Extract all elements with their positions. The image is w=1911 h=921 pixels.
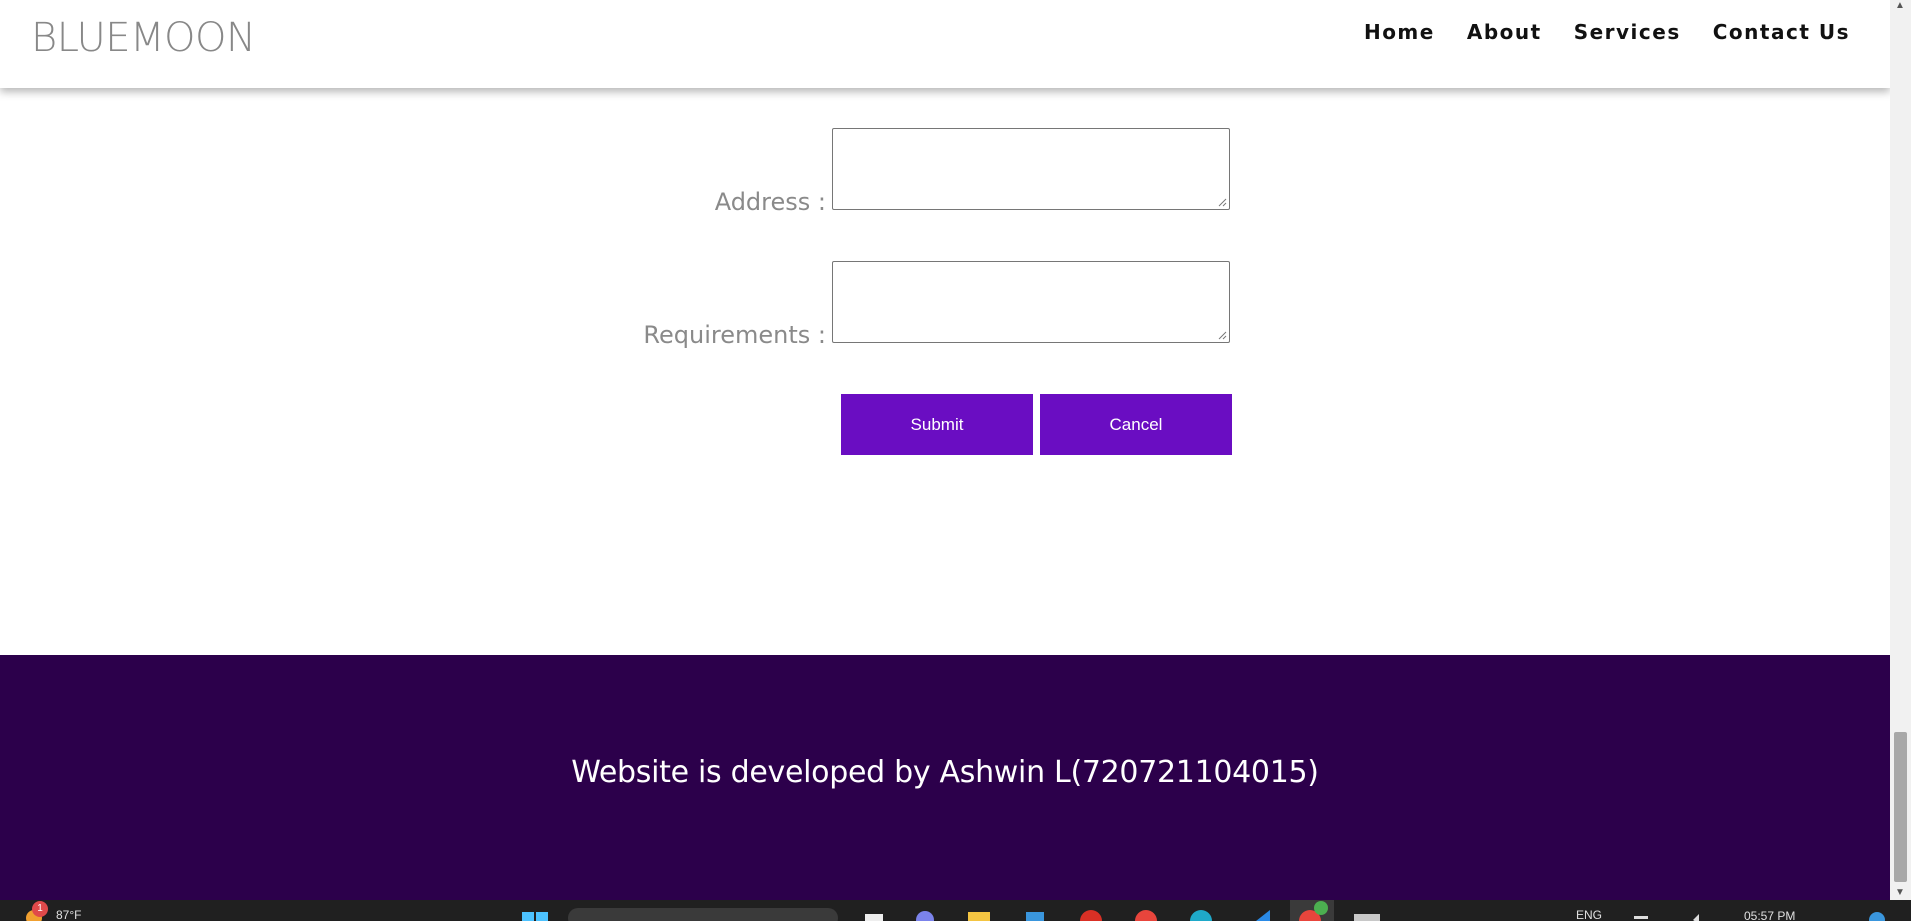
- edge-icon[interactable]: [1188, 904, 1214, 921]
- weather-badge: 1: [32, 901, 48, 917]
- scroll-down-arrow-icon[interactable]: ▼: [1895, 887, 1905, 898]
- navbar: BLUEMOON Home About Services Contact Us: [0, 0, 1890, 88]
- requirements-textarea[interactable]: [832, 261, 1230, 343]
- nav-contact-link[interactable]: Contact Us: [1713, 20, 1850, 44]
- language-indicator[interactable]: ENG: [1576, 908, 1602, 921]
- clock-time[interactable]: 05:57 PM: [1744, 909, 1795, 921]
- submit-button[interactable]: Submit: [841, 394, 1033, 455]
- active-app-chrome-icon[interactable]: [1290, 900, 1334, 921]
- file-icon[interactable]: [863, 904, 885, 921]
- chrome-icon[interactable]: [1133, 904, 1159, 921]
- scroll-thumb[interactable]: [1894, 732, 1907, 882]
- resize-grip-icon[interactable]: [1217, 330, 1227, 340]
- temperature-text: 87°F: [56, 908, 82, 921]
- terminal-icon[interactable]: [1352, 904, 1382, 921]
- requirements-label: Requirements :: [643, 321, 826, 349]
- page-viewport: BLUEMOON Home About Services Contact Us …: [0, 0, 1890, 900]
- page-scrollbar[interactable]: ▲ ▼: [1890, 0, 1911, 900]
- store-icon[interactable]: [1024, 904, 1046, 921]
- nav-services-link[interactable]: Services: [1574, 20, 1681, 44]
- brand-logo[interactable]: BLUEMOON: [31, 15, 256, 61]
- teams-icon[interactable]: [914, 904, 936, 921]
- start-windows-icon[interactable]: [522, 904, 550, 921]
- scroll-up-arrow-icon[interactable]: ▲: [1895, 0, 1905, 11]
- footer: Website is developed by Ashwin L(7207211…: [0, 655, 1890, 900]
- nav-links: Home About Services Contact Us: [1364, 20, 1850, 44]
- footer-credit-text: Website is developed by Ashwin L(7207211…: [571, 755, 1319, 790]
- windows-taskbar: 1 87°F ENG 05:57 PM: [0, 900, 1911, 921]
- resize-grip-icon[interactable]: [1217, 197, 1227, 207]
- cancel-button[interactable]: Cancel: [1040, 394, 1232, 455]
- taskbar-search-box[interactable]: [568, 908, 838, 921]
- nav-about-link[interactable]: About: [1467, 20, 1542, 44]
- notification-icon[interactable]: [1866, 904, 1888, 921]
- address-label: Address :: [714, 188, 826, 216]
- wifi-icon[interactable]: [1632, 904, 1650, 921]
- folder-icon[interactable]: [967, 904, 991, 921]
- nav-home-link[interactable]: Home: [1364, 20, 1435, 44]
- address-textarea[interactable]: [832, 128, 1230, 210]
- volume-icon[interactable]: [1690, 904, 1708, 921]
- vscode-icon[interactable]: [1252, 904, 1274, 921]
- app-red-icon[interactable]: [1078, 904, 1104, 921]
